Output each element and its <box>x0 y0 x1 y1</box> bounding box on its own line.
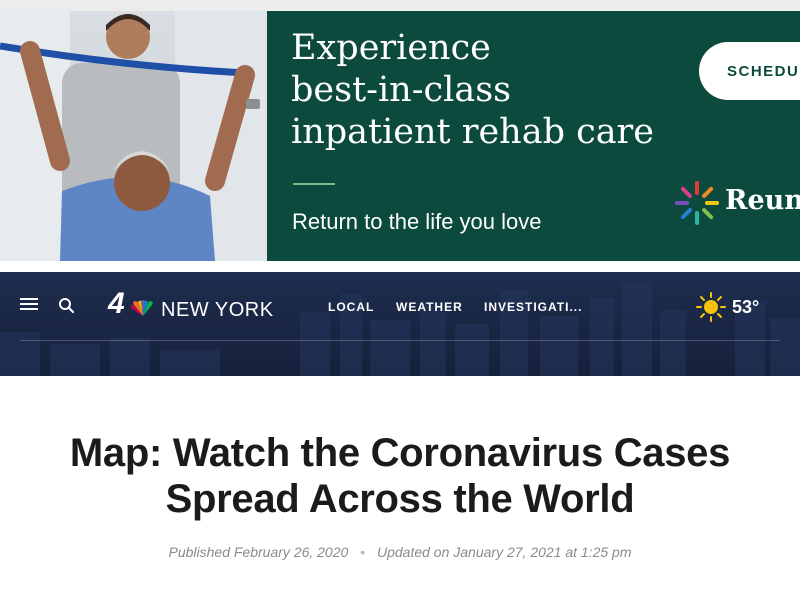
ad-brand-logo: Reun <box>673 179 800 229</box>
hamburger-icon <box>20 298 38 300</box>
ad-panel: Experience best-in-class inpatient rehab… <box>267 11 800 261</box>
nav-link-local[interactable]: LOCAL <box>328 300 374 314</box>
nav-link-weather[interactable]: WEATHER <box>396 300 463 314</box>
logo-channel-number: 4 <box>108 287 125 320</box>
nav-link-investigations[interactable]: INVESTIGATI... <box>484 300 582 314</box>
advertisement-banner[interactable]: Experience best-in-class inpatient rehab… <box>0 11 800 261</box>
ad-schedule-button[interactable]: SCHEDU <box>699 42 800 100</box>
hamburger-menu-button[interactable] <box>20 298 40 314</box>
peacock-icon <box>130 300 153 316</box>
ad-headline-line: best-in-class <box>291 70 512 110</box>
search-button[interactable] <box>58 297 76 315</box>
starburst-logo-icon <box>675 181 719 225</box>
site-header: 4 NEW YORK LOCAL WEATHER INVESTIGATI... … <box>0 272 800 376</box>
hamburger-icon <box>20 303 38 305</box>
ad-brand-name: Reun <box>725 185 800 216</box>
ad-tagline: Return to the life you love <box>292 209 542 234</box>
header-divider <box>20 340 780 341</box>
article-meta: Published February 26, 2020 • Updated on… <box>40 544 760 560</box>
article-headline: Map: Watch the Coronavirus Cases Spread … <box>69 431 731 521</box>
logo-wordmark: NEW YORK <box>161 299 274 321</box>
weather-temperature: 53° <box>732 297 760 317</box>
ad-photo <box>0 11 267 261</box>
meta-separator: • <box>360 544 366 560</box>
ad-headline: Experience best-in-class inpatient rehab… <box>291 27 671 153</box>
ad-top-strip <box>0 0 800 11</box>
ad-headline-line: inpatient rehab care <box>291 112 655 152</box>
updated-date: Updated on January 27, 2021 at 1:25 pm <box>376 544 632 560</box>
ad-headline-line: Experience <box>291 28 491 68</box>
ad-divider <box>293 183 335 185</box>
sun-icon <box>696 292 726 322</box>
weather-widget[interactable]: 53° <box>696 292 776 322</box>
station-logo[interactable]: 4 NEW YORK <box>108 287 288 322</box>
published-date: Published February 26, 2020 <box>168 544 349 560</box>
therapy-photo-illustration <box>0 11 267 261</box>
search-icon <box>59 298 75 314</box>
hamburger-icon <box>20 308 38 310</box>
